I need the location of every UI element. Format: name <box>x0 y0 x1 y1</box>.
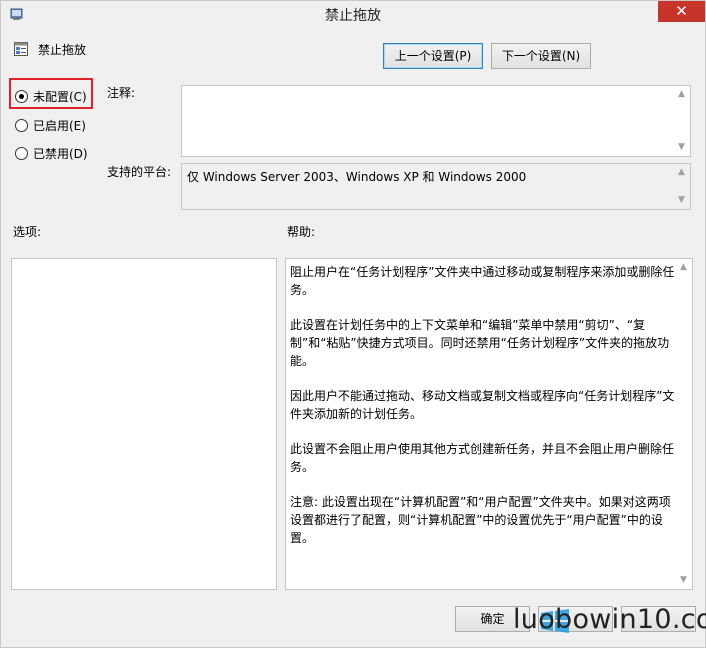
help-paragraph: 注意: 此设置出现在“计算机配置”和“用户配置”文件夹中。如果对这两项设置都进行… <box>290 495 671 545</box>
help-paragraph: 此设置不会阻止用户使用其他方式创建新任务，并且不会阻止用户删除任务。 <box>290 442 675 474</box>
dialog-window: 禁止拖放 ✕ 禁止拖放 上一个设置(P) 下一个设置(N) 未配置(C) 已启用… <box>0 0 706 648</box>
help-paragraph: 因此用户不能通过拖动、移动文档或复制文档或程序向“任务计划程序”文件夹添加新的计… <box>290 389 675 421</box>
radio-enabled[interactable]: 已启用(E) <box>15 115 86 135</box>
scroll-up-icon[interactable]: ▲ <box>675 259 692 276</box>
radio-button[interactable] <box>15 89 28 103</box>
platform-value: 仅 Windows Server 2003、Windows XP 和 Windo… <box>187 170 527 184</box>
title-bar: 禁止拖放 ✕ <box>1 1 705 28</box>
platform-label: 支持的平台: <box>107 165 172 179</box>
radio-disabled[interactable]: 已禁用(D) <box>15 143 88 163</box>
radio-label: 已禁用(D) <box>33 146 88 161</box>
help-text: 阻止用户在“任务计划程序”文件夹中通过移动或复制程序来添加或删除任务。 此设置在… <box>290 263 676 564</box>
options-label: 选项: <box>13 225 42 239</box>
comment-textbox[interactable]: ▲ ▼ <box>181 85 691 157</box>
radio-button[interactable] <box>15 118 28 132</box>
radio-label: 已启用(E) <box>33 118 86 133</box>
policy-name: 禁止拖放 <box>38 43 87 57</box>
radio-button[interactable] <box>15 146 28 160</box>
comment-label: 注释: <box>107 86 136 100</box>
help-paragraph: 此设置在计划任务中的上下文菜单和“编辑”菜单中禁用“剪切”、“复制”和“粘贴”快… <box>290 318 670 368</box>
scroll-down-icon[interactable]: ▼ <box>673 139 690 156</box>
help-paragraph: 阻止用户在“任务计划程序”文件夹中通过移动或复制程序来添加或删除任务。 <box>290 265 675 297</box>
help-label: 帮助: <box>287 225 316 239</box>
close-button[interactable]: ✕ <box>658 1 705 22</box>
previous-setting-button[interactable]: 上一个设置(P) <box>383 43 483 69</box>
next-setting-button[interactable]: 下一个设置(N) <box>491 43 591 69</box>
radio-not-configured[interactable]: 未配置(C) <box>15 86 87 106</box>
platform-scrollbar[interactable]: ▲ ▼ <box>673 164 690 209</box>
comment-scrollbar[interactable]: ▲ ▼ <box>673 86 690 156</box>
options-panel <box>11 258 277 590</box>
watermark-text: luobowin10.com <box>513 604 706 635</box>
scroll-up-icon[interactable]: ▲ <box>673 86 690 103</box>
help-scrollbar[interactable]: ▲ ▼ <box>675 259 692 589</box>
scroll-down-icon[interactable]: ▼ <box>673 192 690 209</box>
scroll-down-icon[interactable]: ▼ <box>675 572 692 589</box>
window-title: 禁止拖放 <box>325 8 381 24</box>
policy-setting-icon <box>14 42 28 56</box>
platform-textbox: 仅 Windows Server 2003、Windows XP 和 Windo… <box>181 163 691 210</box>
scroll-up-icon[interactable]: ▲ <box>673 164 690 181</box>
radio-label: 未配置(C) <box>33 89 87 104</box>
